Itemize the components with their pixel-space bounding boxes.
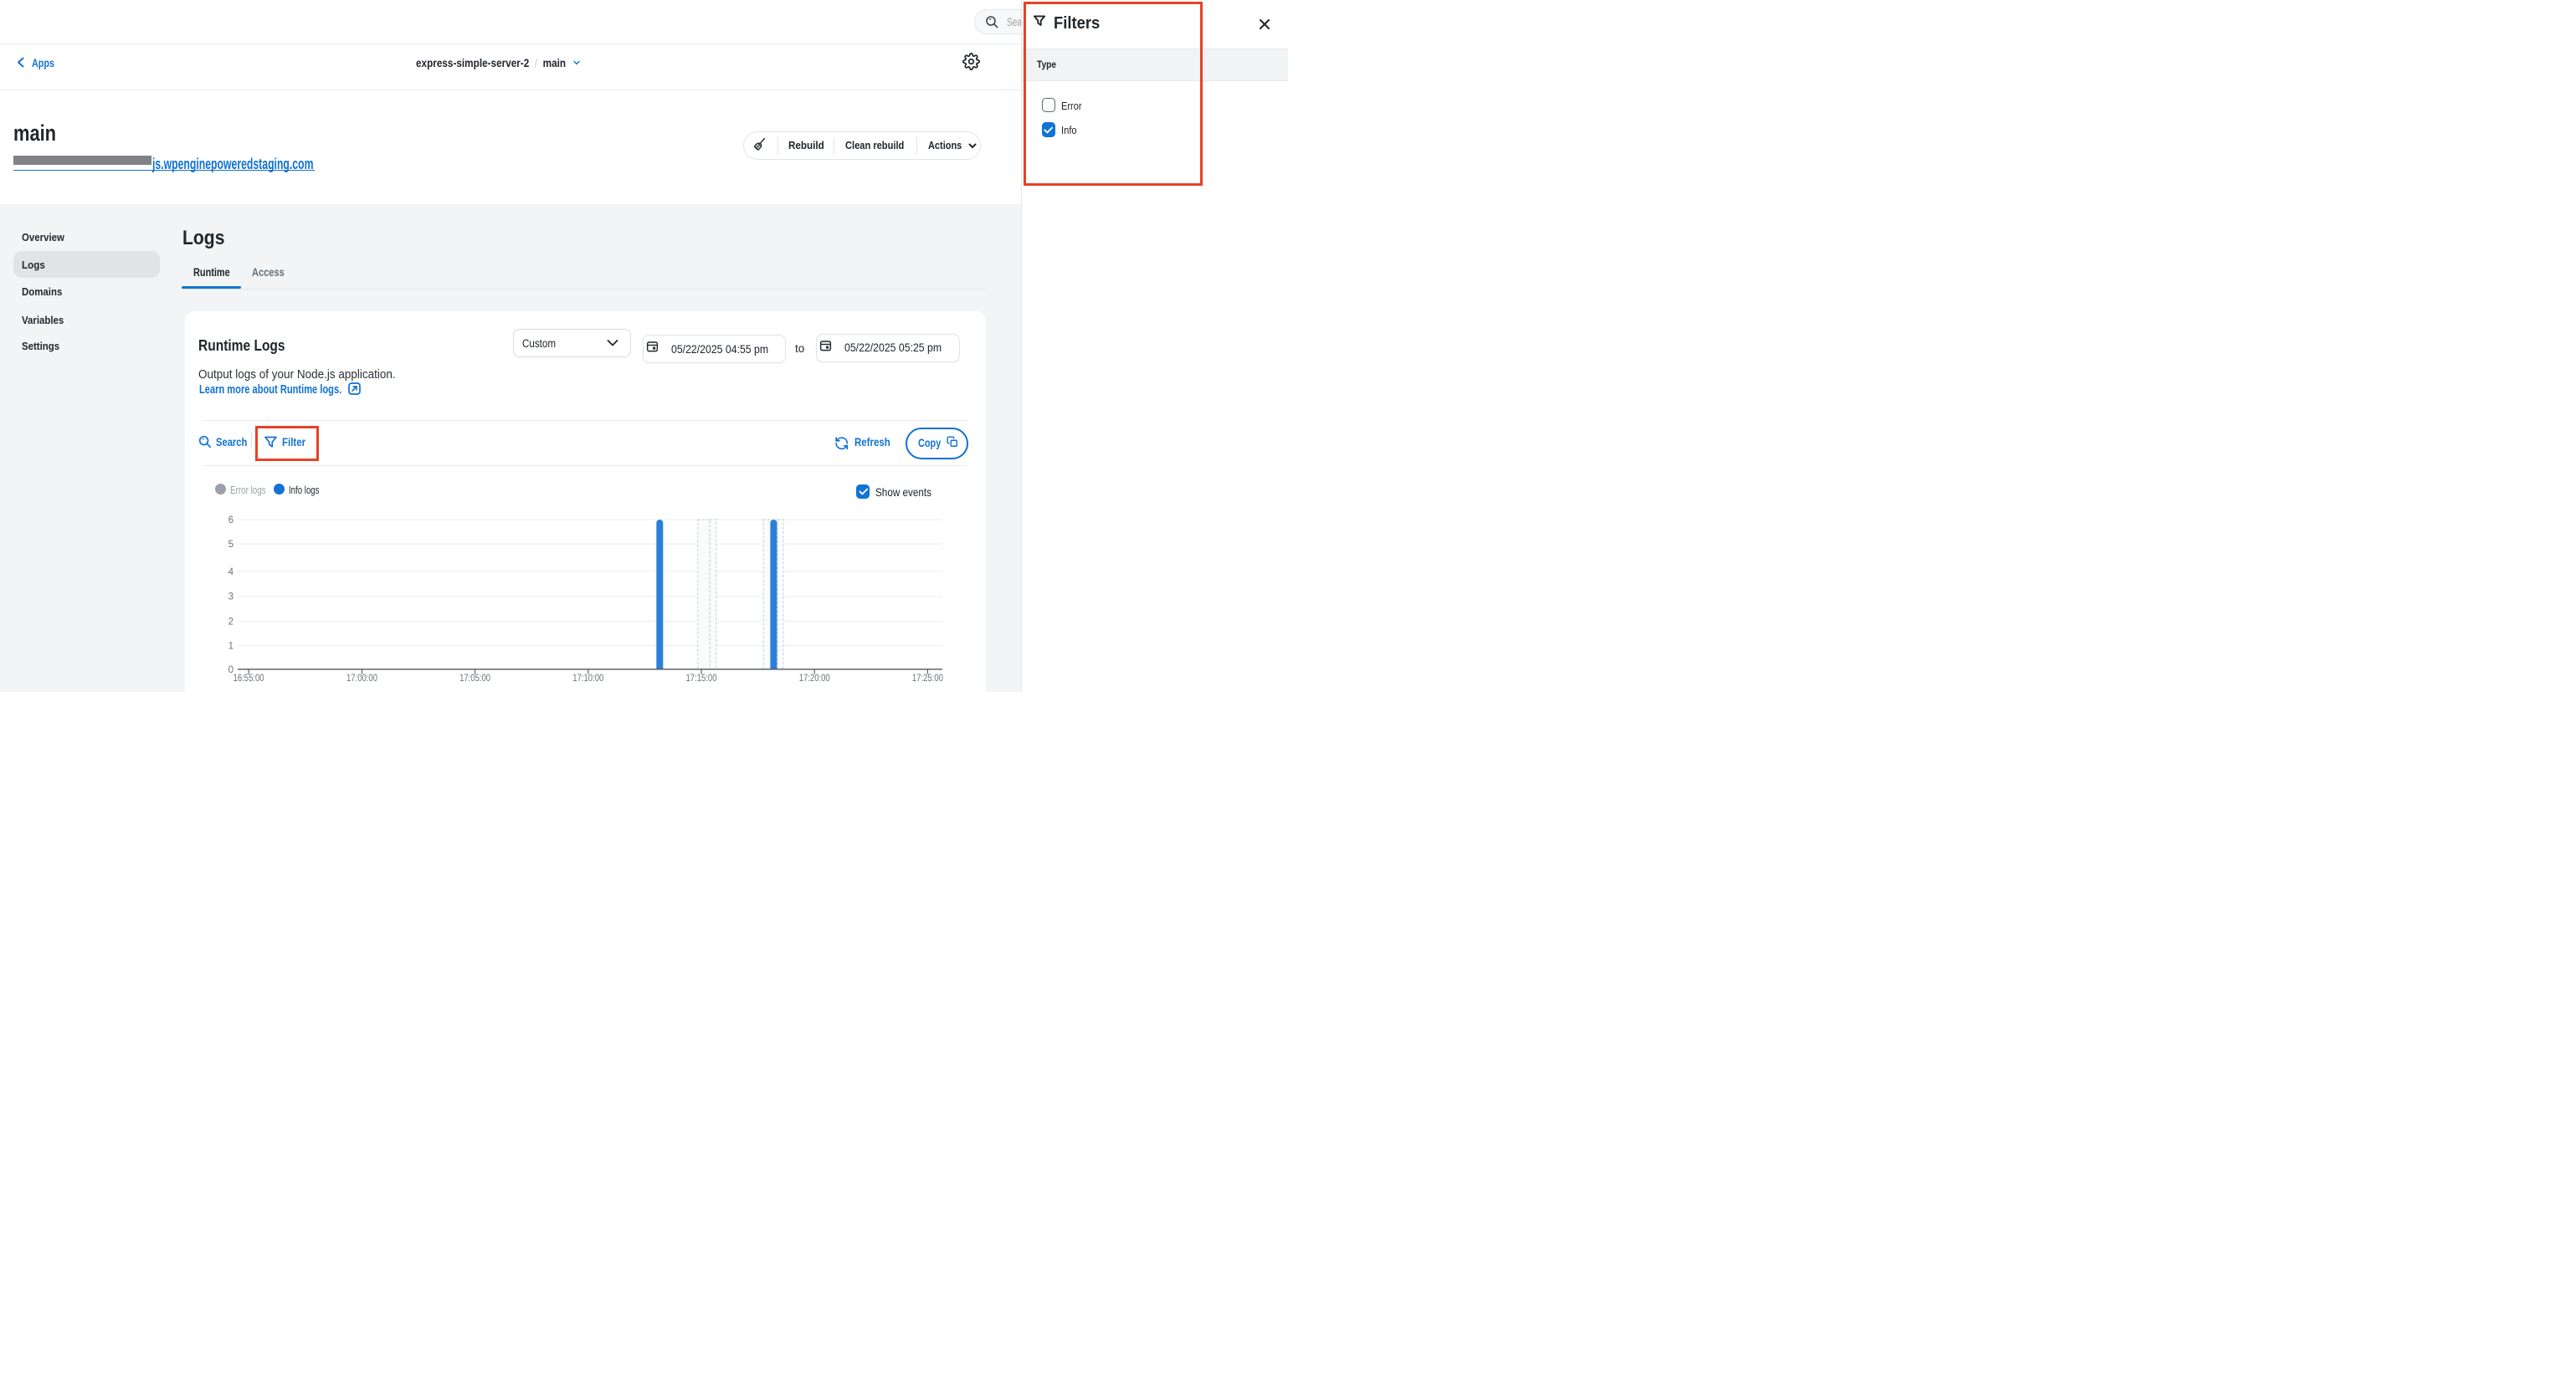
svg-text:2: 2 (228, 618, 233, 628)
svg-text:17:10:00: 17:10:00 (572, 674, 603, 684)
svg-text:17:05:00: 17:05:00 (459, 674, 490, 684)
svg-text:3: 3 (228, 592, 233, 602)
svg-text:6: 6 (228, 515, 233, 525)
svg-text:5: 5 (228, 540, 233, 550)
svg-text:17:00:00: 17:00:00 (346, 674, 377, 684)
svg-text:17:15:00: 17:15:00 (686, 674, 717, 684)
svg-text:1: 1 (228, 642, 233, 652)
svg-text:17:25:00: 17:25:00 (912, 674, 943, 684)
svg-text:16:55:00: 16:55:00 (233, 674, 264, 684)
svg-text:4: 4 (228, 567, 234, 577)
svg-text:17:20:00: 17:20:00 (799, 674, 830, 684)
